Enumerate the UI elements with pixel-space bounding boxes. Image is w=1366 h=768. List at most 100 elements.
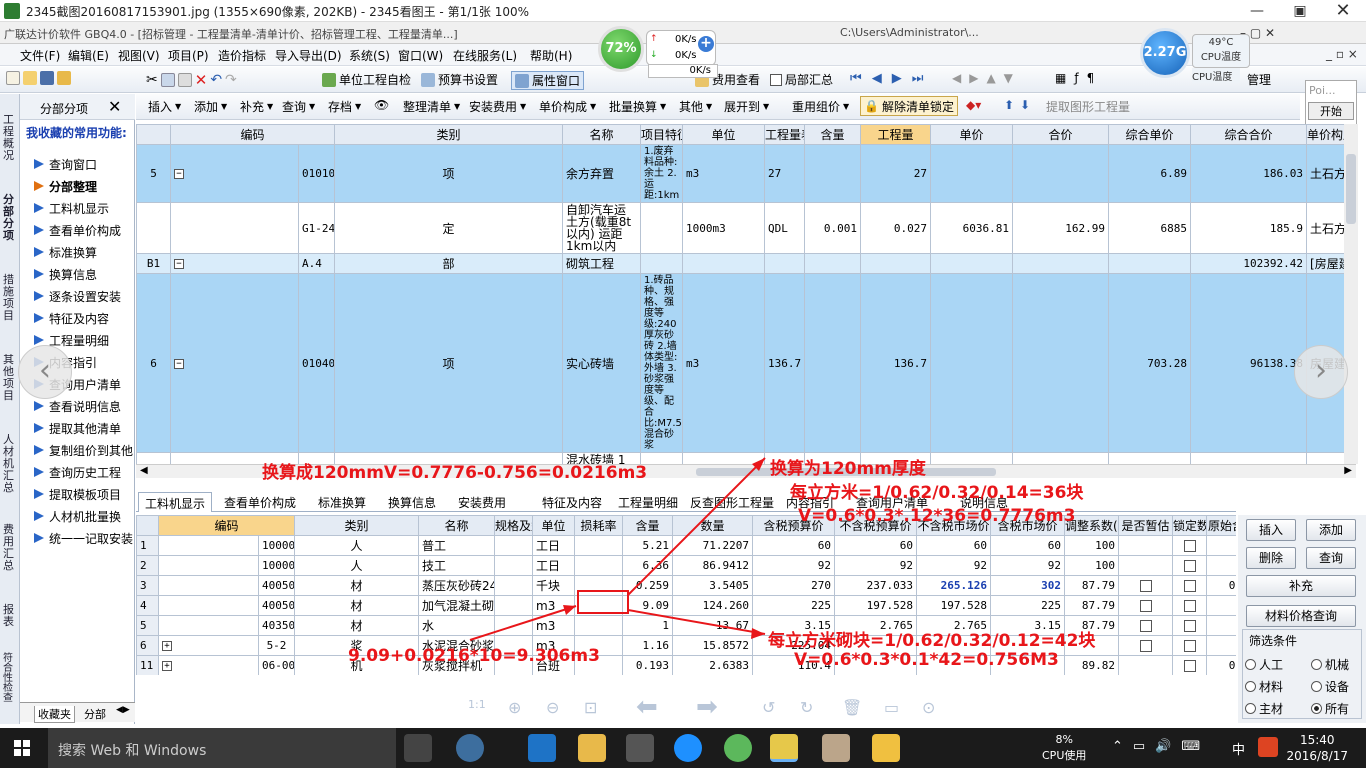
favorite-item[interactable]: 标准换算 (34, 244, 134, 261)
cell-content[interactable]: 1.16 (622, 635, 674, 656)
notes-icon[interactable] (872, 734, 900, 762)
col-header[interactable]: 数量 (672, 515, 754, 536)
cell-code[interactable]: G1-241 (297, 202, 336, 254)
cell-qty[interactable]: 0.027 (860, 202, 932, 254)
taskbar-search[interactable]: 搜索 Web 和 Windows (48, 728, 396, 768)
self-check-button[interactable]: 单位工程自检 (322, 71, 411, 88)
favorite-item[interactable]: 逐条设置安装 (34, 288, 134, 305)
cell-type[interactable]: 项 (334, 273, 564, 453)
table-row[interactable]: 3 400501150001材蒸压灰砂砖240*115*53 千块 0.2593.54… (136, 575, 1236, 596)
row-number[interactable]: 2 (136, 555, 159, 576)
prev-arrow-icon[interactable]: ‹ (18, 345, 72, 399)
tab-favorites[interactable]: 收藏夹 (34, 706, 75, 723)
cell-p1[interactable]: 225 (752, 595, 836, 616)
table-row[interactable]: G1-241定自卸汽车运土方(载重8t以内) 运距 1km以内 1000m3QDL… (136, 202, 1356, 254)
cell-name[interactable]: 技工 (418, 555, 496, 576)
table-row[interactable]: 2100000010021人技工工日6.3686.941292929292100… (136, 555, 1236, 576)
favorite-item[interactable]: 查看单价构成 (34, 222, 134, 239)
cell-loss[interactable] (574, 535, 624, 556)
cell-type[interactable]: 人 (294, 535, 420, 556)
cell-lock[interactable] (1172, 555, 1208, 576)
checkbox[interactable] (1139, 620, 1152, 632)
col-header[interactable]: 名称 (562, 124, 642, 145)
cell-p4[interactable]: 60 (990, 535, 1066, 556)
checkbox[interactable] (1139, 580, 1152, 592)
cell-qty[interactable]: 71.2207 (672, 535, 754, 556)
col-header[interactable]: 合价 (1012, 124, 1110, 145)
cell-orig[interactable]: 9 (1206, 595, 1236, 616)
paste-icon[interactable] (177, 73, 192, 87)
cell-expr[interactable]: QDL (764, 202, 806, 254)
cell-code[interactable]: 100000010001 (257, 535, 296, 556)
zoom-out-icon[interactable]: ⊖ (546, 698, 559, 717)
cell-qty[interactable]: 15.8572 (672, 635, 754, 656)
checkbox[interactable] (1183, 580, 1196, 592)
tab-detail[interactable]: 反查图形工程量 (684, 492, 780, 512)
cell-p4[interactable]: 302 (990, 575, 1066, 596)
radio-icon[interactable] (1245, 659, 1256, 670)
expand-icon[interactable]: + (162, 641, 172, 651)
nav-compliance[interactable]: 符合性检查 (3, 654, 17, 704)
cell-price[interactable]: 6036.81 (930, 202, 1014, 254)
vertical-scrollbar[interactable] (1344, 124, 1358, 464)
manage-button[interactable]: 管理 (1247, 71, 1271, 88)
supplement-row-button[interactable]: 补充 (1246, 575, 1356, 597)
row-number[interactable]: 5 (136, 615, 159, 636)
col-header[interactable]: 名称 (418, 515, 496, 536)
other-button[interactable]: 其他 ▼ (679, 98, 712, 115)
budget-settings-button[interactable]: 预算书设置 (421, 71, 498, 88)
col-header[interactable]: 类别 (334, 124, 564, 145)
organize-list-button[interactable]: 整理清单 ▼ (403, 98, 460, 115)
favorite-item[interactable]: 查看说明信息 (34, 398, 134, 415)
favorite-item[interactable]: 统一一记取安装 (34, 530, 134, 547)
cell-code[interactable]: 400501150001 (257, 575, 296, 596)
cell-type[interactable]: 部 (334, 253, 564, 274)
windows-start-icon[interactable] (14, 740, 30, 756)
cell-name[interactable]: 蒸压灰砂砖240*115*53 (418, 575, 496, 596)
tab-detail[interactable]: 工程量明细 (612, 492, 684, 512)
cell-est[interactable] (1118, 635, 1174, 656)
query-row-button[interactable]: 查询 (1306, 547, 1356, 569)
tab-detail[interactable]: 标准换算 (312, 492, 372, 512)
filter-labor-radio[interactable]: 人工 (1245, 656, 1283, 673)
menu-project[interactable]: 项目(P) (168, 47, 209, 64)
menu-help[interactable]: 帮助(H) (530, 47, 572, 64)
cell-p1[interactable]: 60 (752, 535, 836, 556)
color-icon[interactable]: ◆▾ (966, 98, 981, 112)
minimize-button[interactable]: — (1237, 0, 1277, 22)
cell-unit[interactable]: 工日 (532, 535, 576, 556)
archive-button[interactable]: 存档 ▼ (328, 98, 361, 115)
cell-loss[interactable] (574, 555, 624, 576)
cell-spec[interactable] (494, 575, 534, 596)
browser-360-icon[interactable] (456, 734, 484, 762)
store-icon[interactable] (626, 734, 654, 762)
reuse-pricing-button[interactable]: 重用组价 ▼ (792, 98, 849, 115)
cell-name[interactable]: 余方弃置 (562, 144, 642, 203)
ime-logo-icon[interactable] (1258, 737, 1278, 757)
cell-adj[interactable]: 100 (1064, 555, 1120, 576)
cell-spec[interactable] (494, 615, 534, 636)
cell-comp_price[interactable]: 3618.98 (1108, 452, 1192, 464)
cell-lock[interactable] (1172, 535, 1208, 556)
cell-p2[interactable]: 237.033 (834, 575, 918, 596)
cell-est[interactable] (1118, 595, 1174, 616)
cell-unit[interactable]: m3 (532, 615, 576, 636)
cell-est[interactable] (1118, 575, 1174, 596)
cell-p4[interactable]: 225 (990, 595, 1066, 616)
image-viewer-icon[interactable] (770, 734, 798, 762)
batch-convert-button[interactable]: 批量换算 ▼ (609, 98, 666, 115)
filter-machine-radio[interactable]: 机械 (1311, 656, 1349, 673)
binoculars-icon[interactable]: 👁 (374, 98, 389, 112)
cell-content[interactable]: 1 (622, 615, 674, 636)
radio-icon[interactable] (1311, 681, 1322, 692)
menu-system[interactable]: 系统(S) (349, 47, 390, 64)
maximize-button[interactable]: ▣ (1280, 0, 1320, 22)
tree-expander[interactable] (170, 202, 299, 254)
expand-to-button[interactable]: 展开到 ▼ (724, 98, 769, 115)
cell-p1[interactable]: 270 (752, 575, 836, 596)
cell-type[interactable]: 材 (294, 595, 420, 616)
cell-code[interactable]: 5-2 (257, 635, 296, 656)
tree-expander[interactable]: − (170, 253, 299, 274)
avatar-icon[interactable] (822, 734, 850, 762)
row-number[interactable]: 11 (136, 655, 159, 675)
